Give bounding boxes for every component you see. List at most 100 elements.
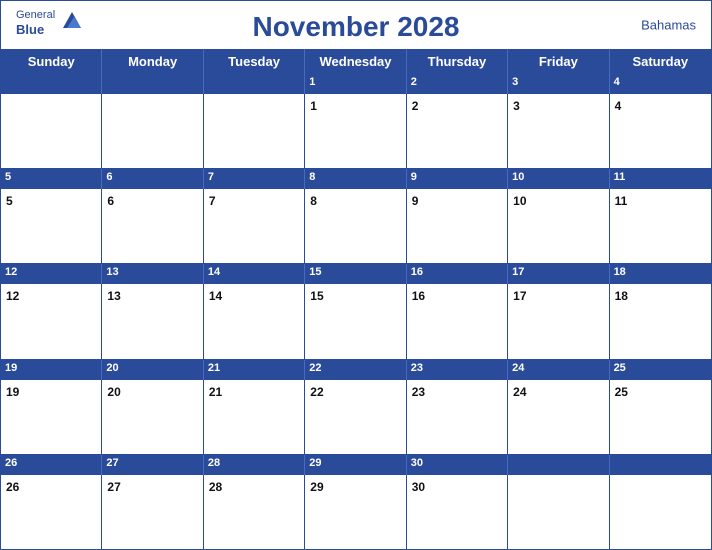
week-header-day-5-3: 28	[204, 455, 305, 475]
month-title: November 2028	[252, 11, 459, 43]
day-number-3-4: 15	[310, 289, 323, 303]
week-header-day-1-5: 2	[407, 74, 508, 94]
week-header-day-2-5: 9	[407, 169, 508, 189]
day-cell-1-4: 1	[305, 94, 406, 168]
week-header-day-1-6: 3	[508, 74, 609, 94]
week-row-4: 1920212223242519202122232425	[1, 360, 711, 455]
day-number-2-6: 10	[513, 194, 526, 208]
week-header-day-2-6: 10	[508, 169, 609, 189]
week-header-day-3-4: 15	[305, 264, 406, 284]
week-header-day-1-7: 4	[610, 74, 711, 94]
week-header-day-5-4: 29	[305, 455, 406, 475]
day-cell-4-5: 23	[407, 380, 508, 454]
day-number-2-3: 7	[209, 194, 216, 208]
day-cell-1-7: 4	[610, 94, 711, 168]
day-number-2-5: 9	[412, 194, 419, 208]
week-header-day-4-2: 20	[102, 360, 203, 380]
header-thursday: Thursday	[407, 49, 508, 74]
day-number-2-4: 8	[310, 194, 317, 208]
logo-blue-text: Blue	[16, 22, 44, 38]
day-cell-5-5: 30	[407, 475, 508, 549]
day-number-4-3: 21	[209, 385, 222, 399]
day-cell-2-2: 6	[102, 189, 203, 263]
day-cell-3-4: 15	[305, 284, 406, 358]
day-cell-5-4: 29	[305, 475, 406, 549]
week-days-4: 19202122232425	[1, 380, 711, 454]
day-cell-2-4: 8	[305, 189, 406, 263]
day-number-2-1: 5	[6, 194, 13, 208]
week-days-3: 12 13 14 15 16 17 18	[1, 284, 711, 358]
day-cell-3-5: 16	[407, 284, 508, 358]
week-days-2: 5 6 7 8 9 10 11	[1, 189, 711, 263]
week-header-day-4-3: 21	[204, 360, 305, 380]
day-number-3-2: 13	[107, 289, 120, 303]
day-number-5-4: 29	[310, 480, 323, 494]
day-cell-4-3: 21	[204, 380, 305, 454]
week-days-5: 26 27 28 29 30	[1, 475, 711, 549]
day-cell-4-1: 19	[1, 380, 102, 454]
header-wednesday: Wednesday	[305, 49, 406, 74]
day-number-1-5: 2	[412, 99, 419, 113]
week-header-day-3-3: 14	[204, 264, 305, 284]
day-number-4-5: 23	[412, 385, 425, 399]
header-saturday: Saturday	[610, 49, 711, 74]
country-label: Bahamas	[641, 18, 696, 33]
day-cell-1-5: 2	[407, 94, 508, 168]
day-number-3-1: 12	[6, 289, 19, 303]
week-header-day-4-4: 22	[305, 360, 406, 380]
day-number-4-7: 25	[615, 385, 628, 399]
calendar-header: General Blue November 2028 Bahamas	[1, 1, 711, 49]
week-row-5: 26272829302627282930	[1, 455, 711, 549]
day-number-5-2: 27	[107, 480, 120, 494]
day-cell-1-6: 3	[508, 94, 609, 168]
week-header-1: 1234	[1, 74, 711, 94]
week-header-day-2-4: 8	[305, 169, 406, 189]
week-header-day-2-2: 6	[102, 169, 203, 189]
day-cell-4-2: 20	[102, 380, 203, 454]
day-number-1-6: 3	[513, 99, 520, 113]
header-monday: Monday	[102, 49, 203, 74]
day-number-4-1: 19	[6, 385, 19, 399]
day-cell-1-2	[102, 94, 203, 168]
day-number-3-3: 14	[209, 289, 222, 303]
week-header-day-5-2: 27	[102, 455, 203, 475]
day-cell-4-4: 22	[305, 380, 406, 454]
calendar: General Blue November 2028 Bahamas Sunda…	[0, 0, 712, 550]
week-header-day-4-6: 24	[508, 360, 609, 380]
week-header-day-3-7: 18	[610, 264, 711, 284]
week-header-day-5-5: 30	[407, 455, 508, 475]
header-tuesday: Tuesday	[204, 49, 305, 74]
week-header-day-4-1: 19	[1, 360, 102, 380]
day-number-2-2: 6	[107, 194, 114, 208]
day-number-5-3: 28	[209, 480, 222, 494]
day-number-4-2: 20	[107, 385, 120, 399]
day-cell-4-7: 25	[610, 380, 711, 454]
day-cell-5-3: 28	[204, 475, 305, 549]
week-header-day-5-7	[610, 455, 711, 475]
day-cell-5-7	[610, 475, 711, 549]
day-cell-3-1: 12	[1, 284, 102, 358]
logo: General Blue	[16, 9, 55, 38]
week-header-day-2-7: 11	[610, 169, 711, 189]
day-cell-3-3: 14	[204, 284, 305, 358]
day-cell-3-7: 18	[610, 284, 711, 358]
week-header-5: 2627282930	[1, 455, 711, 475]
header-friday: Friday	[508, 49, 609, 74]
week-header-day-1-4: 1	[305, 74, 406, 94]
day-number-5-1: 26	[6, 480, 19, 494]
day-number-3-5: 16	[412, 289, 425, 303]
day-headers-row: Sunday Monday Tuesday Wednesday Thursday…	[1, 49, 711, 74]
week-header-day-5-6	[508, 455, 609, 475]
day-cell-3-2: 13	[102, 284, 203, 358]
day-number-5-5: 30	[412, 480, 425, 494]
day-cell-2-7: 11	[610, 189, 711, 263]
day-cell-5-1: 26	[1, 475, 102, 549]
week-header-day-4-5: 23	[407, 360, 508, 380]
week-header-day-1-1	[1, 74, 102, 94]
day-cell-2-1: 5	[1, 189, 102, 263]
day-number-1-4: 1	[310, 99, 317, 113]
day-cell-3-6: 17	[508, 284, 609, 358]
day-number-1-7: 4	[615, 99, 622, 113]
day-cell-2-6: 10	[508, 189, 609, 263]
day-number-3-7: 18	[615, 289, 628, 303]
